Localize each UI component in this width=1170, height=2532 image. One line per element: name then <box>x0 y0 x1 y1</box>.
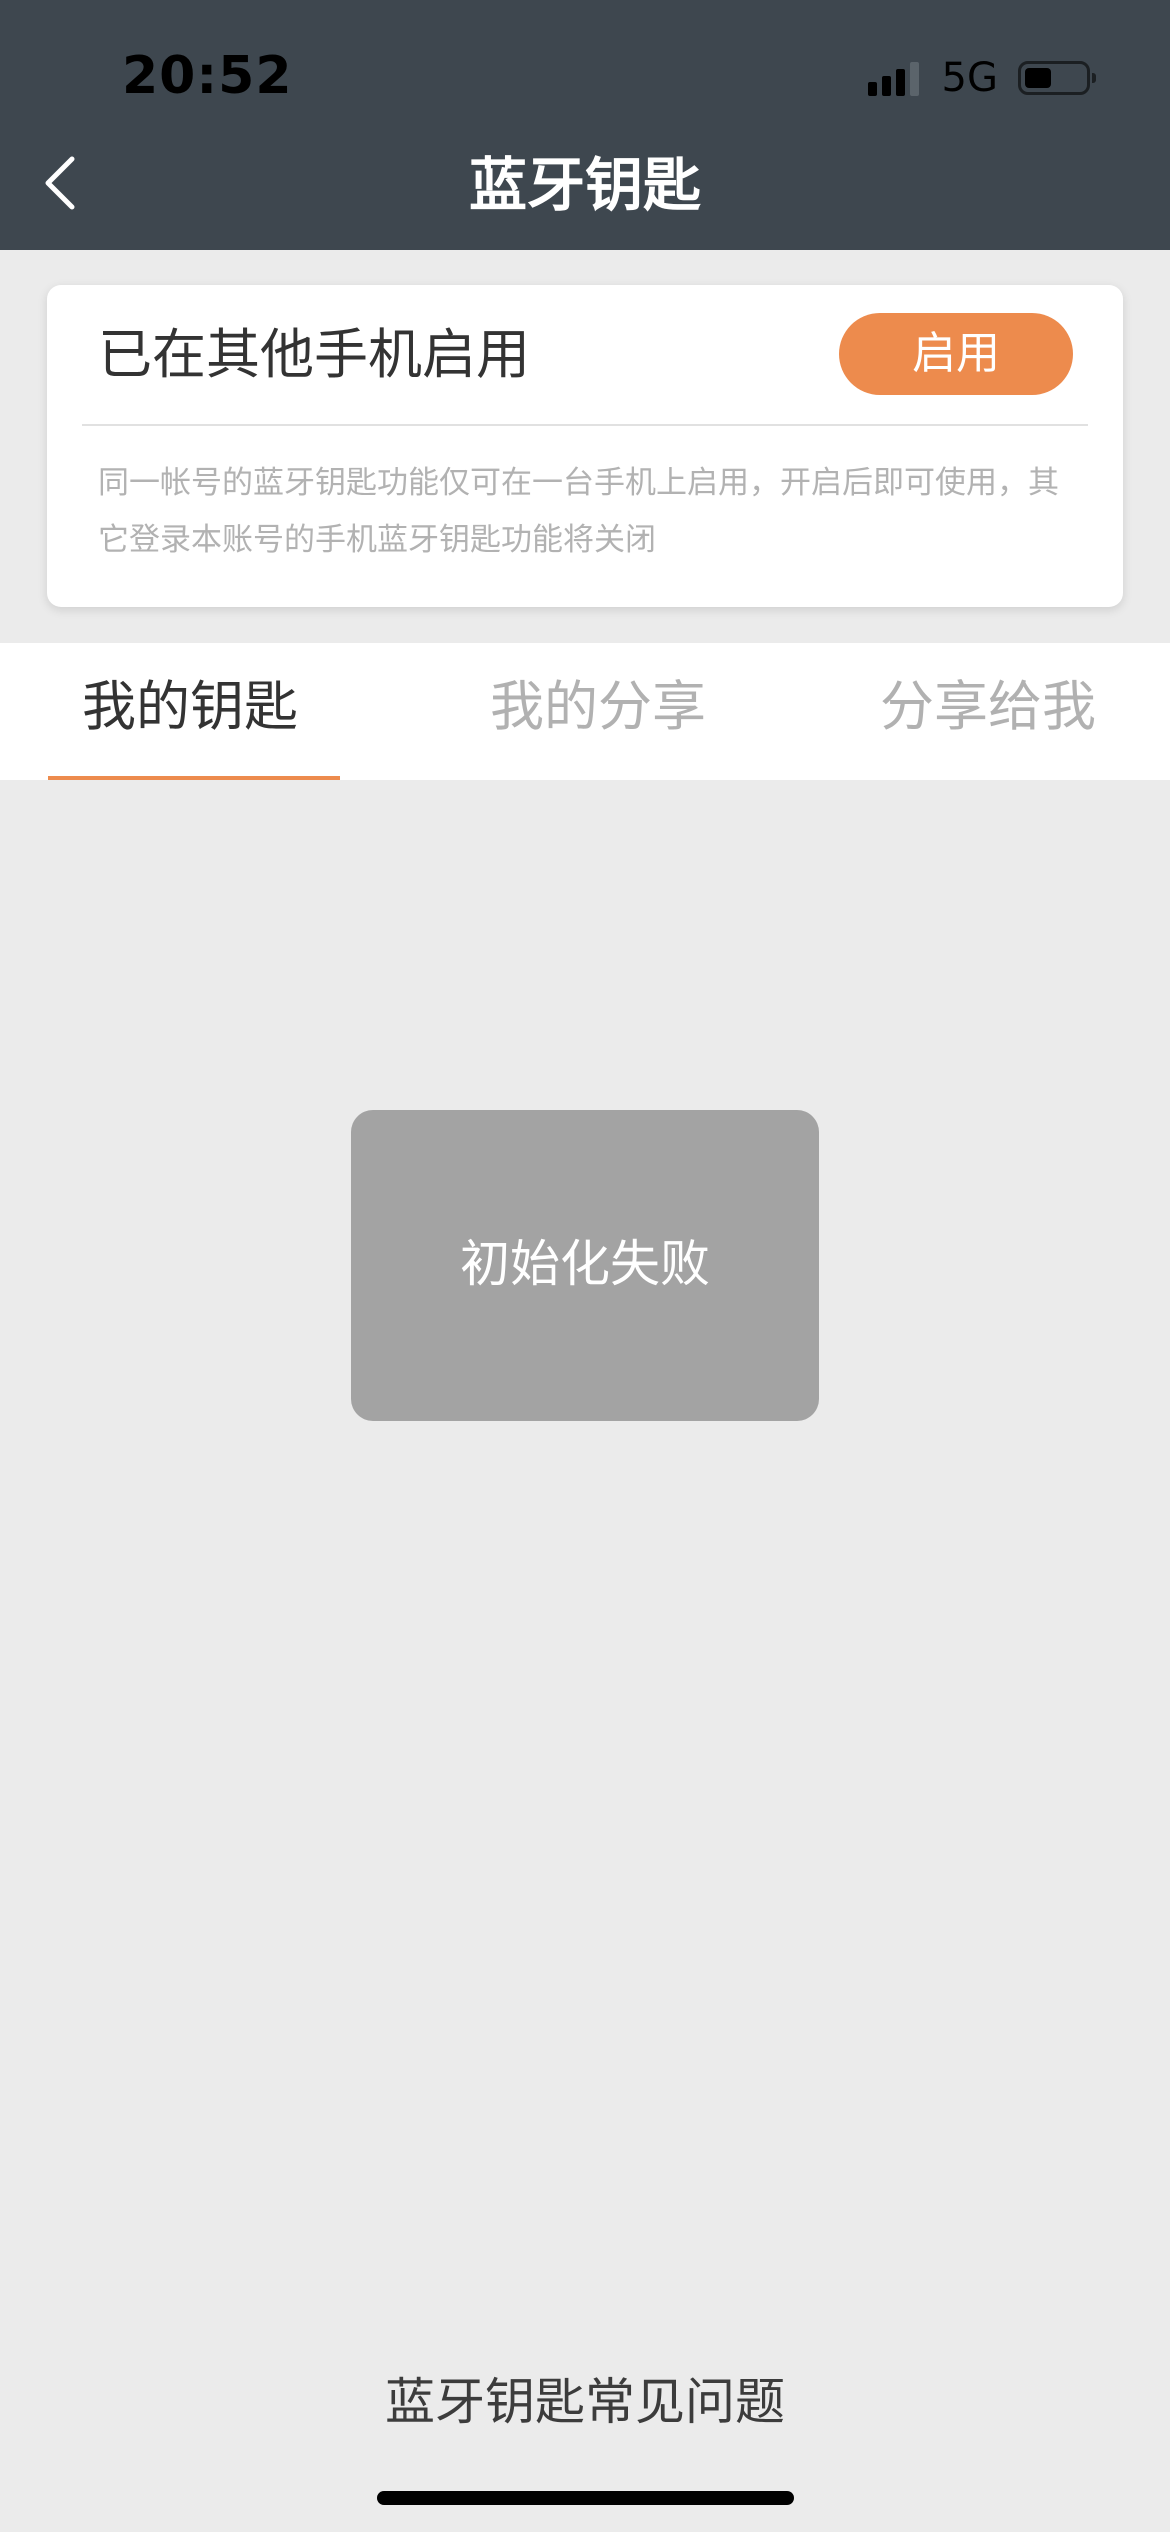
app-header: 20:52 5G 蓝牙钥匙 <box>0 0 1170 250</box>
card-description: 同一帐号的蓝牙钥匙功能仅可在一台手机上启用，开启后即可使用，其它登录本账号的手机… <box>98 465 1059 558</box>
card-title: 已在其他手机启用 <box>98 323 530 386</box>
home-indicator <box>377 2491 794 2505</box>
tab-my-keys[interactable]: 我的钥匙 <box>82 671 298 743</box>
tab-bar: 我的钥匙 我的分享 分享给我 <box>0 643 1170 780</box>
divider <box>82 424 1088 426</box>
device-status-card: 已在其他手机启用 启用 同一帐号的蓝牙钥匙功能仅可在一台手机上启用，开启后即可使… <box>47 285 1123 607</box>
battery-icon <box>1018 61 1096 95</box>
enable-button[interactable]: 启用 <box>839 313 1073 395</box>
signal-icon <box>867 60 924 96</box>
network-type: 5G <box>941 55 998 101</box>
toast-message: 初始化失败 <box>460 1235 710 1293</box>
toast: 初始化失败 <box>351 1110 819 1421</box>
status-time: 20:52 <box>122 46 293 106</box>
status-indicators: 5G <box>867 55 1096 101</box>
battery-level <box>1025 68 1051 88</box>
tab-shared-with-me[interactable]: 分享给我 <box>880 671 1096 743</box>
active-tab-indicator <box>48 776 340 780</box>
page-title: 蓝牙钥匙 <box>468 151 701 219</box>
tab-my-shares[interactable]: 我的分享 <box>490 671 706 743</box>
faq-link[interactable]: 蓝牙钥匙常见问题 <box>0 2369 1170 2435</box>
